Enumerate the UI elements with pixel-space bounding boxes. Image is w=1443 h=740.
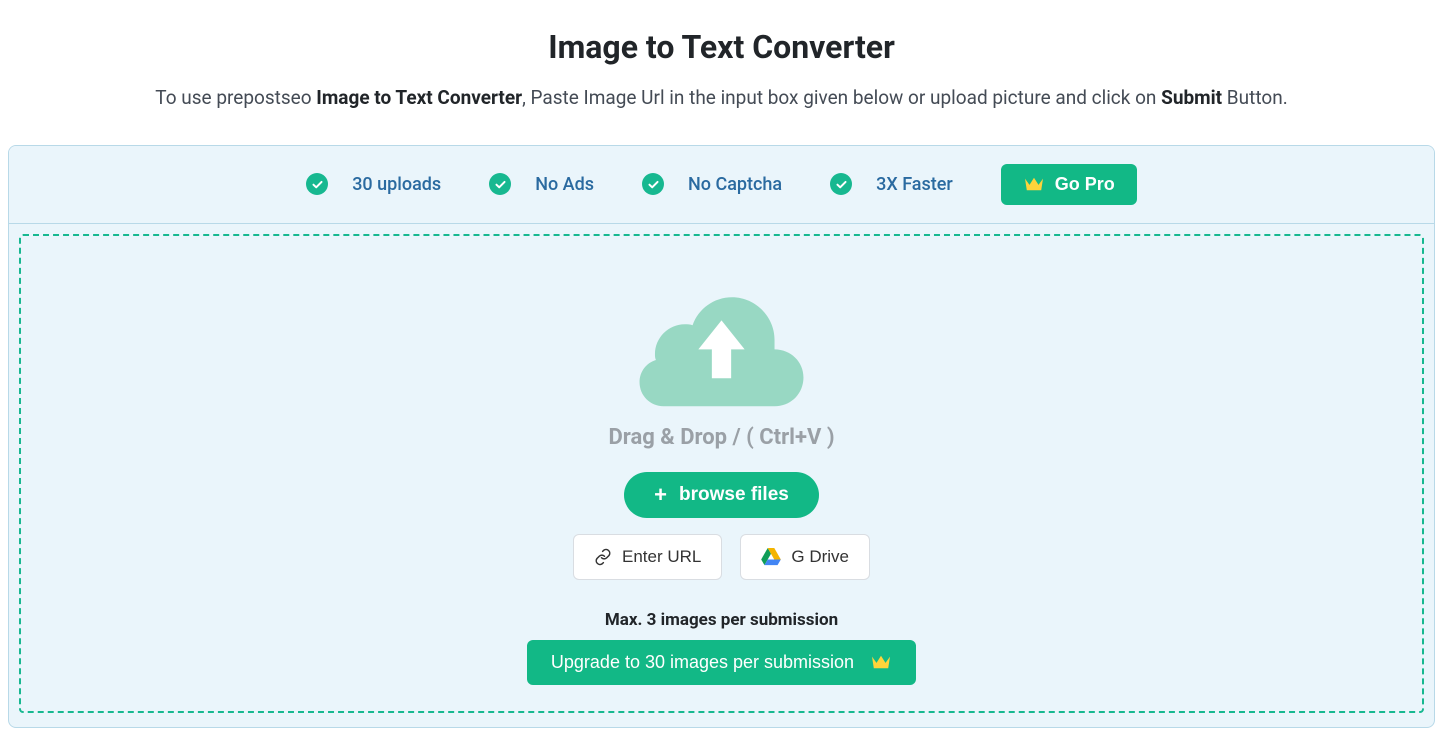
check-icon — [642, 173, 664, 195]
page-subtitle: To use prepostseo Image to Text Converte… — [60, 84, 1383, 113]
browse-label: browse files — [679, 484, 789, 506]
subtitle-bold-2: Submit — [1161, 86, 1222, 109]
cloud-upload-icon — [634, 278, 809, 413]
features-bar: 30 uploads No Ads No Captcha 3X Faster G — [9, 146, 1434, 224]
go-pro-label: Go Pro — [1055, 174, 1115, 195]
dropzone[interactable]: Drag & Drop / ( Ctrl+V ) + browse files … — [19, 234, 1424, 713]
feature-3x-faster: 3X Faster — [830, 173, 953, 195]
check-icon — [306, 173, 328, 195]
browse-files-button[interactable]: + browse files — [624, 472, 819, 518]
link-icon — [594, 548, 612, 566]
feature-label: 30 uploads — [352, 174, 441, 195]
subtitle-post: Button. — [1222, 86, 1288, 109]
check-icon — [830, 173, 852, 195]
max-images-text: Max. 3 images per submission — [605, 610, 838, 630]
enter-url-button[interactable]: Enter URL — [573, 534, 722, 580]
subtitle-pre: To use prepostseo — [155, 86, 316, 109]
page-title: Image to Text Converter — [60, 28, 1383, 66]
upgrade-button[interactable]: Upgrade to 30 images per submission — [527, 640, 916, 685]
go-pro-button[interactable]: Go Pro — [1001, 164, 1137, 205]
upgrade-label: Upgrade to 30 images per submission — [551, 652, 854, 673]
gdrive-label: G Drive — [791, 547, 849, 567]
subtitle-bold-1: Image to Text Converter — [316, 86, 522, 109]
feature-no-captcha: No Captcha — [642, 173, 782, 195]
check-icon — [489, 173, 511, 195]
drag-drop-text: Drag & Drop / ( Ctrl+V ) — [608, 425, 834, 450]
feature-label: No Captcha — [688, 174, 782, 195]
plus-icon: + — [654, 484, 667, 506]
feature-label: 3X Faster — [876, 174, 953, 195]
crown-icon — [1023, 175, 1045, 193]
subtitle-mid: , Paste Image Url in the input box given… — [522, 86, 1161, 109]
feature-30-uploads: 30 uploads — [306, 173, 441, 195]
google-drive-button[interactable]: G Drive — [740, 534, 870, 580]
crown-icon — [870, 653, 892, 671]
feature-label: No Ads — [535, 174, 594, 195]
feature-no-ads: No Ads — [489, 173, 594, 195]
google-drive-icon — [761, 548, 781, 566]
main-panel: 30 uploads No Ads No Captcha 3X Faster G — [8, 145, 1435, 728]
enter-url-label: Enter URL — [622, 547, 701, 567]
